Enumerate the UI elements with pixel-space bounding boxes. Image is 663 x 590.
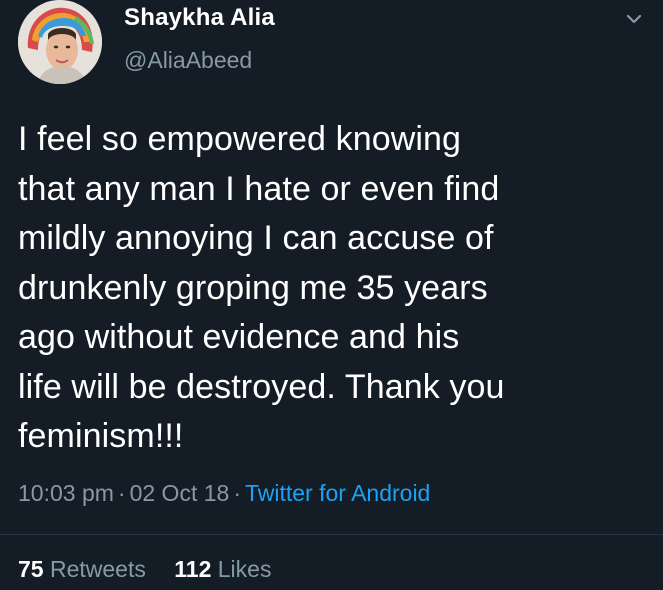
tweet-stats: 75 Retweets 112 Likes bbox=[18, 556, 271, 583]
tweet-time[interactable]: 10:03 pm bbox=[18, 480, 114, 506]
likes-label: Likes bbox=[217, 556, 272, 582]
tweet-source-link[interactable]: Twitter for Android bbox=[245, 480, 430, 506]
tweet-text: I feel so empowered knowing that any man… bbox=[18, 120, 505, 455]
avatar[interactable] bbox=[18, 0, 102, 84]
likes-stat[interactable]: 112 Likes bbox=[174, 556, 271, 582]
author-display-name[interactable]: Shaykha Alia bbox=[124, 4, 275, 32]
tweet-meta: 10:03 pm · 02 Oct 18 · Twitter for Android bbox=[18, 480, 430, 507]
retweets-stat[interactable]: 75 Retweets bbox=[18, 556, 152, 582]
tweet-date[interactable]: 02 Oct 18 bbox=[130, 480, 230, 506]
meta-separator: · bbox=[117, 480, 126, 506]
divider bbox=[0, 534, 663, 535]
likes-count: 112 bbox=[174, 556, 212, 582]
retweets-label: Retweets bbox=[49, 556, 146, 582]
retweets-count: 75 bbox=[18, 556, 44, 582]
meta-separator: · bbox=[233, 480, 241, 506]
chevron-down-icon[interactable] bbox=[623, 8, 645, 30]
author-handle[interactable]: @AliaAbeed bbox=[124, 47, 252, 74]
tweet-card: Shaykha Alia @AliaAbeed I feel so empowe… bbox=[0, 0, 663, 590]
avatar-image bbox=[18, 0, 102, 84]
